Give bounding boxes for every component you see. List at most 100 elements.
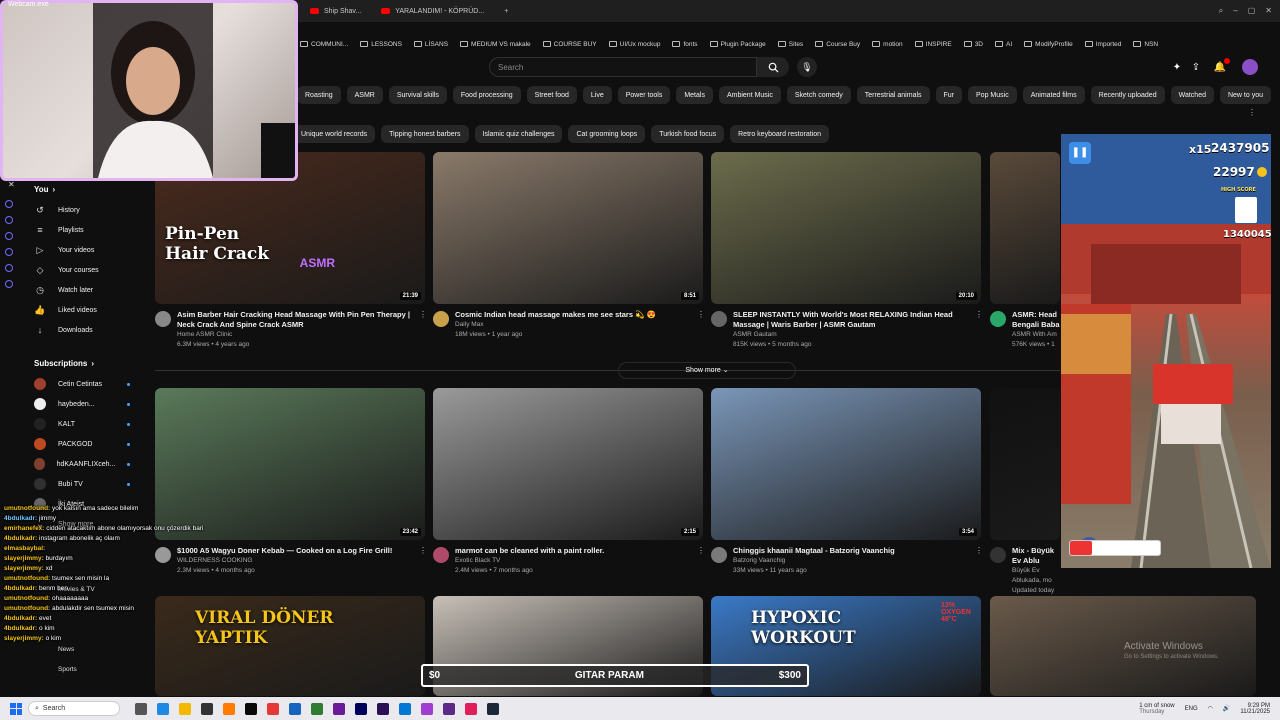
lang-indicator[interactable]: ENG xyxy=(1185,706,1198,712)
video-thumbnail[interactable] xyxy=(990,152,1060,304)
video-title[interactable]: marmot can be cleaned with a paint rolle… xyxy=(455,546,604,556)
channel-avatar[interactable] xyxy=(155,311,171,327)
video-title[interactable]: Chinggis khaanii Magtaal - Batzorig Vaan… xyxy=(733,546,895,556)
spreadsheet-icon[interactable] xyxy=(311,702,323,715)
chat-message: 4bdulkadr: jimmy xyxy=(4,514,160,524)
premiere-icon[interactable] xyxy=(377,702,389,715)
more-options-icon[interactable]: ⋮ xyxy=(419,310,427,319)
chat-message: umutnotfound: yok kalsın ama sadece bile… xyxy=(4,504,160,514)
task-view-icon[interactable] xyxy=(135,702,147,715)
windows-start-icon[interactable] xyxy=(10,702,22,715)
video-stats: 33M views • 11 years ago xyxy=(733,567,807,574)
chat-username: emirhanefex: xyxy=(4,525,45,532)
game-overlay: ❚❚ x15 2437905 22997 HIGH SCORE 1340045 xyxy=(1061,134,1271,568)
volume-icon[interactable]: 🔊 xyxy=(1223,705,1230,712)
app-icon[interactable] xyxy=(245,702,257,715)
weather-widget[interactable]: 1 cm of snow Thursday xyxy=(1139,703,1174,715)
video-title[interactable]: $1000 A5 Wagyu Doner Kebab — Cooked on a… xyxy=(177,546,392,556)
channel-avatar[interactable] xyxy=(433,547,449,563)
video-thumbnail[interactable]: 8:51 xyxy=(433,152,703,304)
video-title[interactable]: Asim Barber Hair Cracking Head Massage W… xyxy=(177,310,410,330)
app4-icon[interactable] xyxy=(465,702,477,715)
chat-message: umutnotfound: ohaaaaaaaa xyxy=(4,594,160,604)
clock[interactable]: 9:29 PM 11/21/2025 xyxy=(1240,703,1270,715)
chat-text: instagram abonelik aç olaım xyxy=(39,535,120,542)
word-icon[interactable] xyxy=(289,702,301,715)
channel-name[interactable]: Batzorig Vaanchig xyxy=(733,556,895,566)
video-thumbnail[interactable] xyxy=(990,388,1060,540)
chat-message: 4bdulkadr: benm ben xyxy=(4,584,160,594)
video-thumbnail[interactable]: 23:42 xyxy=(155,388,425,540)
chat-username: slayerjimmy: xyxy=(4,635,44,642)
more-options-icon[interactable]: ⋮ xyxy=(419,546,427,555)
chat-text: o kim xyxy=(45,635,62,642)
vscode-icon[interactable] xyxy=(399,702,411,715)
edge-icon[interactable] xyxy=(157,702,169,715)
chat-username: slayerjimmy: xyxy=(4,555,44,562)
video-stats: 2.4M views • 7 months ago xyxy=(455,567,533,574)
video-title[interactable]: SLEEP INSTANTLY With World's Most RELAXI… xyxy=(733,310,966,330)
video-text: Cosmic Indian head massage makes me see … xyxy=(455,310,656,340)
wifi-icon[interactable]: ◠ xyxy=(1208,705,1213,712)
more-options-icon[interactable]: ⋮ xyxy=(975,546,983,555)
close-icon[interactable]: ✕ xyxy=(8,180,15,189)
channel-name[interactable]: Büyük Ev Ablukada, mo xyxy=(1012,566,1060,586)
donation-target: $300 xyxy=(778,670,801,681)
thumbnail-text: HYPOXIC WORKOUT xyxy=(751,608,856,648)
illustrator-icon[interactable] xyxy=(223,702,235,715)
high-score-value: 1340045 xyxy=(1223,229,1271,240)
chat-message: 4bdulkadr: instagram abonelik aç olaım xyxy=(4,534,160,544)
chat-text: ohaaaaaaaa xyxy=(52,595,89,602)
channel-name[interactable]: WILDERNESS COOKING xyxy=(177,556,392,566)
chat-message: emirhanefex: cidden atacaktım abone olam… xyxy=(4,524,203,534)
app3-icon[interactable] xyxy=(443,702,455,715)
chat-text: xd xyxy=(45,565,53,572)
video-stats: 576K views • 1 xyxy=(1012,341,1055,348)
file-explorer-icon[interactable] xyxy=(179,702,191,715)
video-duration: 20:10 xyxy=(955,292,977,300)
video-thumbnail[interactable]: 2:15 xyxy=(433,388,703,540)
chat-message: slayerjimmy: o kim xyxy=(4,634,160,644)
channel-name[interactable]: Daily Max xyxy=(455,320,656,330)
video-meta: Cosmic Indian head massage makes me see … xyxy=(433,310,688,340)
video-title[interactable]: ASMR: Head Bengali Baba xyxy=(1012,310,1060,330)
more-options-icon[interactable]: ⋮ xyxy=(697,546,705,555)
chat-username: umutnotfound: xyxy=(4,605,51,612)
show-more-button[interactable]: Show more ⌄ xyxy=(618,362,796,379)
taskbar-search[interactable]: ⌕ Search xyxy=(28,701,120,716)
channel-name[interactable]: ASMR Gautam xyxy=(733,330,966,340)
chat-message: slayerjimmy: xd xyxy=(4,564,160,574)
video-stats: 18M views • 1 year ago xyxy=(455,331,523,338)
chat-username: 4bdulkadr: xyxy=(4,625,38,632)
chat-text: o kim xyxy=(39,625,55,632)
channel-avatar[interactable] xyxy=(990,547,1006,563)
video-thumbnail[interactable]: 3:54 xyxy=(711,388,981,540)
video-meta: marmot can be cleaned with a paint rolle… xyxy=(433,546,688,576)
channel-name[interactable]: Home ASMR Clinic xyxy=(177,330,410,340)
more-options-icon[interactable]: ⋮ xyxy=(975,310,983,319)
chat-username: umutnotfound: xyxy=(4,505,51,512)
channel-avatar[interactable] xyxy=(990,311,1006,327)
more-options-icon[interactable]: ⋮ xyxy=(697,310,705,319)
donation-label: GITAR PARAM xyxy=(574,670,644,681)
video-thumbnail[interactable]: 20:10 xyxy=(711,152,981,304)
video-thumbnail[interactable] xyxy=(990,596,1256,696)
chat-text: cidden atacaktım abone olamıyorsak onu ç… xyxy=(46,525,204,532)
video-duration: 23:42 xyxy=(399,528,421,536)
thumbnail-badge: 13% OXYGEN 48°C xyxy=(941,602,971,623)
pause-icon[interactable]: ❚❚ xyxy=(1069,142,1091,164)
channel-avatar[interactable] xyxy=(711,547,727,563)
channel-name[interactable]: Exotic Black TV xyxy=(455,556,604,566)
obs-icon[interactable] xyxy=(201,702,213,715)
discord-icon[interactable] xyxy=(333,702,345,715)
chrome-icon[interactable] xyxy=(267,702,279,715)
video-title[interactable]: Mix - Büyük Ev Ablu xyxy=(1012,546,1060,566)
after-effects-icon[interactable] xyxy=(355,702,367,715)
app2-icon[interactable] xyxy=(421,702,433,715)
steam-icon[interactable] xyxy=(487,702,499,715)
video-title[interactable]: Cosmic Indian head massage makes me see … xyxy=(455,310,656,320)
video-thumbnail[interactable]: VIRAL DÖNER YAPTIK xyxy=(155,596,425,696)
channel-avatar[interactable] xyxy=(711,311,727,327)
channel-avatar[interactable] xyxy=(433,311,449,327)
channel-name[interactable]: ASMR With Am xyxy=(1012,330,1060,340)
